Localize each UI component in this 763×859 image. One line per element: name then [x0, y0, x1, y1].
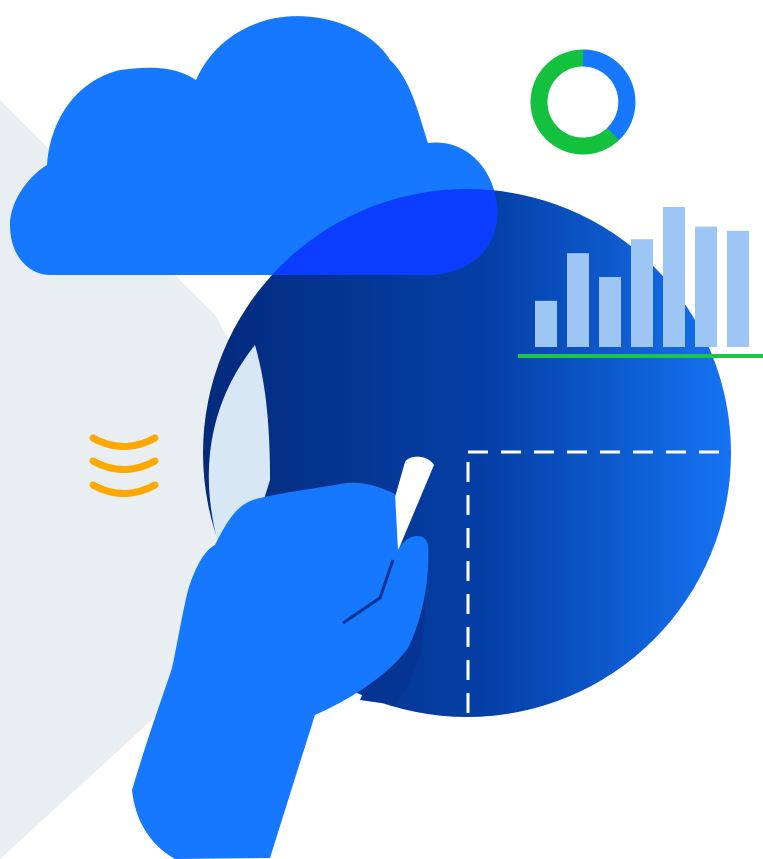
illustration-canvas — [0, 16, 763, 859]
bar-1 — [535, 300, 557, 347]
bar-5 — [663, 207, 685, 347]
bar-3 — [599, 277, 621, 347]
bar-7 — [727, 230, 749, 347]
donut-chart-icon — [530, 49, 636, 155]
bar-6 — [695, 226, 717, 347]
bar-4 — [631, 239, 653, 347]
bar-2 — [567, 253, 589, 347]
